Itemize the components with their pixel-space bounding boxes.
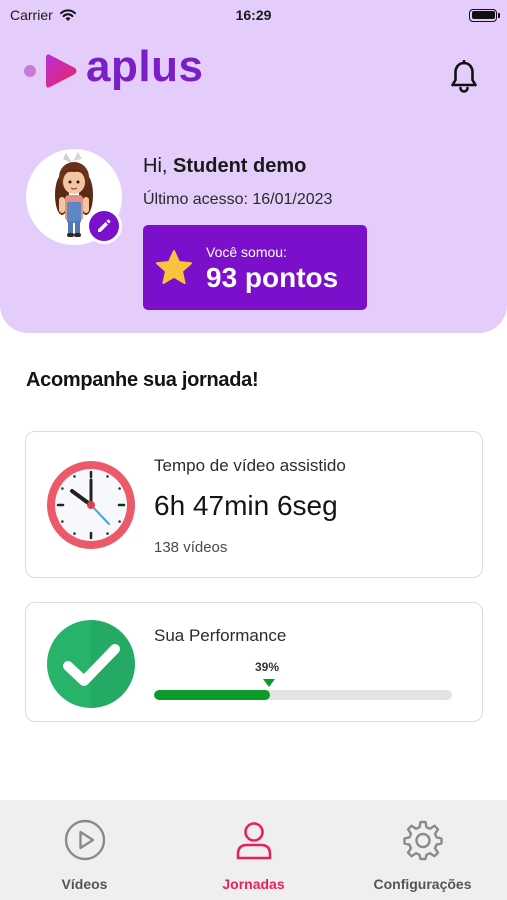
- performance-progress-bar: [154, 690, 452, 700]
- watched-video-count: 138 vídeos: [154, 539, 228, 556]
- clock-icon: [47, 461, 135, 549]
- tab-jornadas[interactable]: Jornadas: [169, 800, 338, 900]
- pencil-icon: [98, 219, 111, 232]
- tab-videos[interactable]: Vídeos: [0, 800, 169, 900]
- status-bar: Carrier 16:29: [0, 0, 507, 30]
- logo-text: aplus: [86, 42, 204, 91]
- wifi-icon: [59, 9, 76, 21]
- performance-progress-fill: [154, 690, 271, 700]
- play-circle-icon: [64, 819, 105, 861]
- notification-bell-icon[interactable]: [449, 60, 479, 94]
- watch-time-title: Tempo de vídeo assistido: [154, 456, 346, 475]
- performance-card[interactable]: Sua Performance 39%: [25, 602, 483, 722]
- greeting-prefix: Hi,: [143, 155, 168, 177]
- points-label: Você somou:: [206, 244, 287, 260]
- logo-dot: [24, 65, 36, 77]
- tab-label-videos: Vídeos: [61, 876, 108, 892]
- user-icon: [236, 822, 271, 860]
- star-icon: [156, 250, 192, 284]
- greeting: Hi, Student demo: [143, 155, 306, 178]
- edit-avatar-button[interactable]: [86, 208, 122, 244]
- battery-icon: [469, 8, 500, 22]
- carrier-label: Carrier: [10, 7, 53, 23]
- tab-label-configuracoes: Configurações: [373, 876, 472, 892]
- points-card[interactable]: Você somou: 93 pontos: [143, 225, 367, 310]
- tab-label-jornadas: Jornadas: [222, 876, 285, 892]
- watch-time-card[interactable]: Tempo de vídeo assistido 6h 47min 6seg 1…: [25, 431, 483, 578]
- last-access-text: Último acesso: 16/01/2023: [143, 191, 333, 208]
- checkmark-icon: [47, 620, 135, 708]
- gear-icon: [402, 820, 443, 861]
- points-value: 93 pontos: [206, 262, 339, 293]
- logo-play-icon: [46, 54, 77, 88]
- progress-marker-icon: [263, 679, 275, 687]
- performance-percent: 39%: [255, 660, 280, 674]
- tab-configuracoes[interactable]: Configurações: [338, 800, 507, 900]
- watch-time-value: 6h 47min 6seg: [154, 490, 338, 521]
- app-logo: aplus: [24, 45, 203, 90]
- user-name: Student demo: [173, 155, 307, 177]
- status-left: Carrier: [10, 7, 77, 23]
- performance-title: Sua Performance: [154, 626, 287, 645]
- journey-title: Acompanhe sua jornada!: [26, 369, 259, 391]
- bottom-tab-bar: Vídeos Jornadas Configurações: [0, 800, 507, 900]
